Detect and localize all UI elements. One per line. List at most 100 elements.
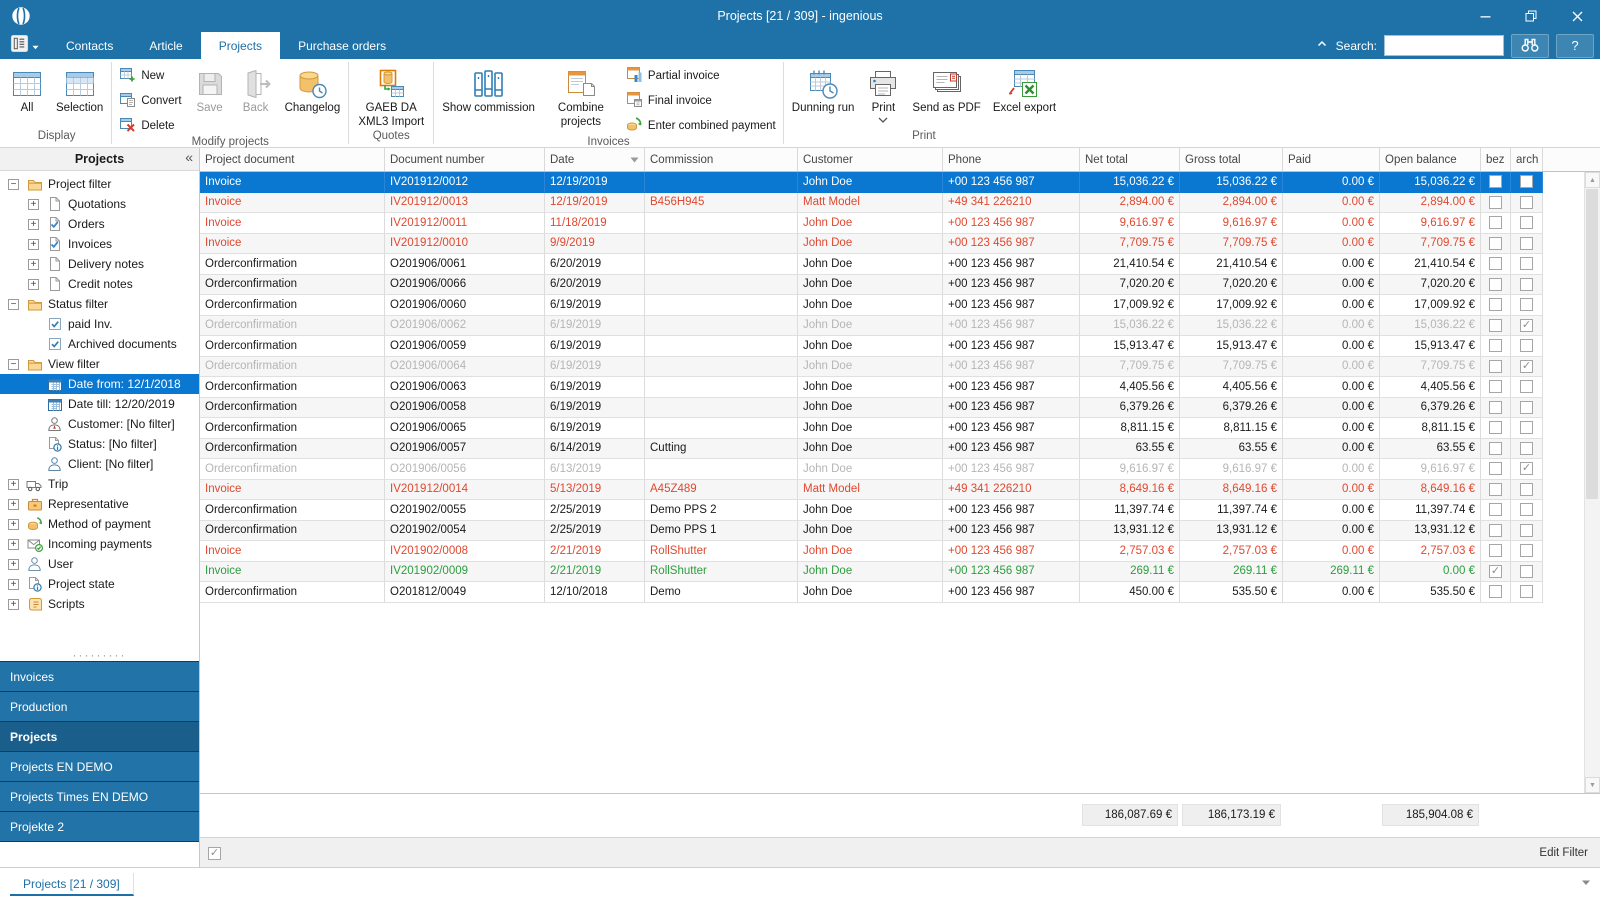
arch-checkbox-cell[interactable] bbox=[1511, 520, 1543, 541]
sidebar-item-client-filter[interactable]: Client: [No filter] bbox=[0, 454, 199, 474]
sidebar-item-incoming-payments[interactable]: + Incoming payments bbox=[0, 534, 199, 554]
bez-checkbox[interactable]: ✓ bbox=[1489, 564, 1502, 578]
tab-article[interactable]: Article bbox=[131, 32, 200, 59]
bez-checkbox-cell[interactable] bbox=[1481, 520, 1511, 541]
arch-checkbox-cell[interactable] bbox=[1511, 233, 1543, 254]
tab-projects[interactable]: Projects bbox=[200, 32, 281, 59]
bez-checkbox-cell[interactable] bbox=[1481, 254, 1511, 275]
column-header-paid[interactable]: Paid bbox=[1283, 148, 1380, 171]
arch-checkbox[interactable] bbox=[1520, 441, 1533, 455]
status-dropdown-icon[interactable] bbox=[1581, 879, 1591, 886]
arch-checkbox-cell[interactable]: ✓ bbox=[1511, 315, 1543, 336]
nav-panel-production[interactable]: Production bbox=[0, 692, 199, 722]
bez-checkbox[interactable] bbox=[1489, 175, 1502, 189]
table-row[interactable]: Orderconfirmation O201902/0054 2/25/2019 De… bbox=[200, 520, 1585, 541]
bez-checkbox-cell[interactable] bbox=[1481, 459, 1511, 480]
arch-checkbox-cell[interactable] bbox=[1511, 397, 1543, 418]
arch-checkbox-cell[interactable]: ✓ bbox=[1511, 459, 1543, 480]
new-button[interactable]: New bbox=[117, 66, 183, 86]
arch-checkbox[interactable] bbox=[1520, 421, 1533, 435]
table-row[interactable]: Orderconfirmation O201902/0055 2/25/2019 De… bbox=[200, 500, 1585, 521]
bez-checkbox-cell[interactable] bbox=[1481, 233, 1511, 254]
bez-checkbox-cell[interactable] bbox=[1481, 500, 1511, 521]
table-row[interactable]: Orderconfirmation O201906/0057 6/14/2019 Cu… bbox=[200, 438, 1585, 459]
help-button[interactable]: ? bbox=[1556, 33, 1594, 58]
column-header-number[interactable]: Document number bbox=[385, 148, 545, 171]
arch-checkbox[interactable] bbox=[1520, 277, 1533, 291]
expand-icon[interactable]: + bbox=[28, 278, 39, 290]
column-header-bez[interactable]: bez bbox=[1481, 148, 1511, 171]
search-input[interactable] bbox=[1384, 35, 1504, 56]
nav-panel-projects[interactable]: Projects bbox=[0, 722, 199, 752]
table-row[interactable]: Invoice IV201912/0010 9/9/2019 John Doe +00 … bbox=[200, 233, 1585, 254]
combine-projects-button[interactable]: Combine projects bbox=[542, 62, 620, 136]
sidebar-item-status-filter-value[interactable]: Status: [No filter] bbox=[0, 434, 199, 454]
arch-checkbox[interactable]: ✓ bbox=[1520, 359, 1533, 373]
bez-checkbox[interactable] bbox=[1489, 339, 1502, 353]
all-button[interactable]: All bbox=[5, 62, 49, 130]
bez-checkbox-cell[interactable] bbox=[1481, 336, 1511, 357]
table-row[interactable]: Orderconfirmation O201906/0058 6/19/2019 Jo… bbox=[200, 397, 1585, 418]
expand-icon[interactable]: + bbox=[8, 478, 19, 490]
column-header-net[interactable]: Net total bbox=[1080, 148, 1180, 171]
sidebar-splitter[interactable]: ········· bbox=[0, 649, 199, 661]
arch-checkbox-cell[interactable] bbox=[1511, 561, 1543, 582]
column-header-gross[interactable]: Gross total bbox=[1180, 148, 1283, 171]
table-row[interactable]: Orderconfirmation O201812/0049 12/10/2018 D… bbox=[200, 582, 1585, 603]
arch-checkbox-cell[interactable] bbox=[1511, 172, 1543, 193]
arch-checkbox[interactable] bbox=[1520, 298, 1533, 312]
arch-checkbox-cell[interactable] bbox=[1511, 295, 1543, 316]
arch-checkbox-cell[interactable] bbox=[1511, 418, 1543, 439]
sidebar-item-representative[interactable]: + Representative bbox=[0, 494, 199, 514]
footer-checkbox[interactable]: ✓ bbox=[208, 846, 221, 860]
column-header-date[interactable]: Date bbox=[545, 148, 645, 171]
table-row[interactable]: Orderconfirmation O201906/0065 6/19/2019 Jo… bbox=[200, 418, 1585, 439]
arch-checkbox[interactable] bbox=[1520, 544, 1533, 558]
table-row[interactable]: Orderconfirmation O201906/0062 6/19/2019 Jo… bbox=[200, 315, 1585, 336]
edit-filter-button[interactable]: Edit Filter bbox=[1539, 847, 1588, 859]
expand-icon[interactable]: + bbox=[28, 258, 39, 270]
sidebar-item-user[interactable]: + User bbox=[0, 554, 199, 574]
nav-panel-invoices[interactable]: Invoices bbox=[0, 662, 199, 692]
bez-checkbox[interactable] bbox=[1489, 195, 1502, 209]
changelog-button[interactable]: Changelog bbox=[280, 62, 346, 136]
scroll-up-icon[interactable]: ▲ bbox=[1585, 172, 1600, 188]
arch-checkbox-cell[interactable] bbox=[1511, 254, 1543, 275]
sidebar-item-trip[interactable]: + Trip bbox=[0, 474, 199, 494]
bez-checkbox-cell[interactable] bbox=[1481, 418, 1511, 439]
table-row[interactable]: Invoice IV201912/0013 12/19/2019 B456H945 Ma… bbox=[200, 192, 1585, 213]
sidebar-item-scripts[interactable]: + Scripts bbox=[0, 594, 199, 614]
arch-checkbox-cell[interactable] bbox=[1511, 213, 1543, 234]
bez-checkbox[interactable] bbox=[1489, 277, 1502, 291]
table-row[interactable]: Invoice IV201912/0014 5/13/2019 A45Z489 Matt… bbox=[200, 479, 1585, 500]
collapse-icon[interactable]: − bbox=[8, 358, 19, 370]
arch-checkbox-cell[interactable] bbox=[1511, 192, 1543, 213]
sidebar-item-project-filter[interactable]: − Project filter bbox=[0, 174, 199, 194]
scrollbar-thumb[interactable] bbox=[1586, 189, 1598, 499]
convert-button[interactable]: Convert bbox=[117, 91, 183, 111]
sidebar-collapse-button[interactable]: « bbox=[185, 149, 193, 165]
sidebar-item-status-filter[interactable]: − Status filter bbox=[0, 294, 199, 314]
arch-checkbox-cell[interactable] bbox=[1511, 541, 1543, 562]
sidebar-item-view-filter[interactable]: − View filter bbox=[0, 354, 199, 374]
bez-checkbox[interactable] bbox=[1489, 523, 1502, 537]
nav-panel-projects-times-en-demo[interactable]: Projects Times EN DEMO bbox=[0, 782, 199, 812]
column-header-customer[interactable]: Customer bbox=[798, 148, 943, 171]
sidebar-item-date-till[interactable]: Date till: 12/20/2019 bbox=[0, 394, 199, 414]
arch-checkbox[interactable] bbox=[1520, 523, 1533, 537]
arch-checkbox[interactable]: ✓ bbox=[1520, 318, 1533, 332]
status-tab-projects[interactable]: Projects [21 / 309] bbox=[10, 873, 134, 896]
sidebar-item-quotations[interactable]: + Quotations bbox=[0, 194, 199, 214]
bez-checkbox[interactable] bbox=[1489, 503, 1502, 517]
arch-checkbox-cell[interactable] bbox=[1511, 438, 1543, 459]
nav-panel-projects-en-demo[interactable]: Projects EN DEMO bbox=[0, 752, 199, 782]
arch-checkbox[interactable] bbox=[1520, 482, 1533, 496]
bez-checkbox-cell[interactable] bbox=[1481, 397, 1511, 418]
column-header-doc[interactable]: Project document bbox=[200, 148, 385, 171]
tab-contacts[interactable]: Contacts bbox=[48, 32, 131, 59]
nav-panel-projekte-2[interactable]: Projekte 2 bbox=[0, 812, 199, 842]
bez-checkbox-cell[interactable] bbox=[1481, 541, 1511, 562]
table-row[interactable]: Orderconfirmation O201906/0059 6/19/2019 Jo… bbox=[200, 336, 1585, 357]
arch-checkbox[interactable] bbox=[1520, 564, 1533, 578]
arch-checkbox[interactable] bbox=[1520, 400, 1533, 414]
